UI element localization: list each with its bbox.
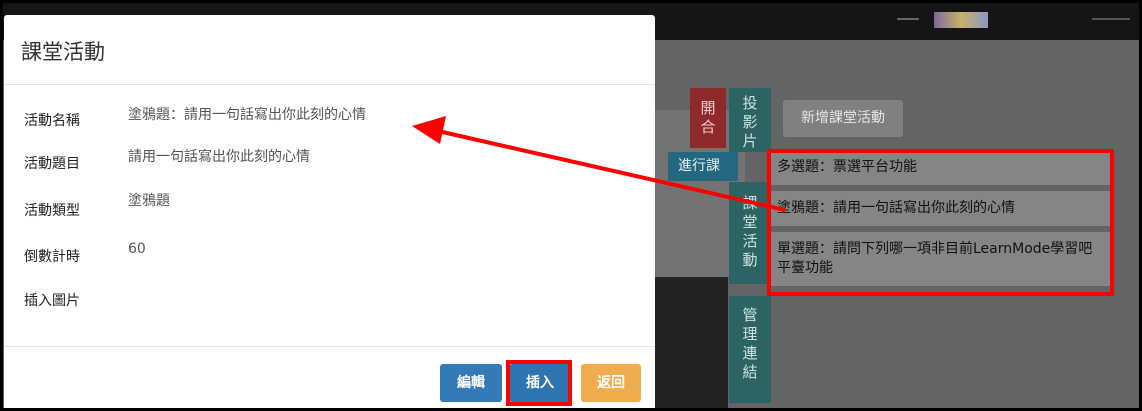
class-activity-modal: 課堂活動 活動名稱 塗鴉題：請用一句話寫出你此刻的心情 活動題目 請用一句話寫出… bbox=[4, 15, 655, 411]
activity-type-value: 塗鴉題 bbox=[128, 193, 170, 209]
activity-list-highlight bbox=[767, 149, 1114, 296]
countdown-label: 倒數計時 bbox=[24, 249, 80, 265]
slide-preview bbox=[650, 277, 728, 411]
tab-slides-char: 影 bbox=[742, 113, 758, 131]
insert-button[interactable]: 插入 bbox=[509, 364, 571, 402]
add-activity-button[interactable]: 新增課堂活動 bbox=[783, 100, 903, 137]
minimize-icon[interactable] bbox=[897, 18, 919, 20]
start-class-button[interactable]: 進行課 bbox=[668, 152, 738, 181]
tab-slides-char: 片 bbox=[742, 132, 758, 150]
tab-links-char: 結 bbox=[742, 363, 758, 381]
toggle-open-button[interactable]: 開 合 bbox=[690, 88, 726, 148]
tab-class-activity[interactable]: 課 堂 活 動 bbox=[729, 182, 771, 284]
activity-name-label: 活動名稱 bbox=[24, 113, 80, 129]
tab-links-char: 連 bbox=[742, 344, 758, 362]
modal-title: 課堂活動 bbox=[21, 40, 105, 64]
tab-links-char: 管 bbox=[742, 306, 758, 324]
user-avatar[interactable] bbox=[934, 12, 988, 28]
activity-question-value: 請用一句話寫出你此刻的心情 bbox=[128, 149, 310, 165]
tab-slides[interactable]: 投 影 片 bbox=[729, 88, 771, 152]
toggle-open-label-1: 開 bbox=[700, 99, 716, 117]
countdown-value: 60 bbox=[128, 241, 146, 257]
tab-activity-char: 動 bbox=[742, 251, 758, 269]
tab-manage-links[interactable]: 管 理 連 結 bbox=[729, 296, 771, 403]
toggle-open-label-2: 合 bbox=[700, 118, 716, 136]
menu-icon[interactable] bbox=[1092, 18, 1130, 20]
tab-activity-char: 課 bbox=[742, 194, 758, 212]
tab-links-char: 理 bbox=[742, 325, 758, 343]
edit-button[interactable]: 編輯 bbox=[440, 364, 502, 402]
tab-slides-char: 投 bbox=[742, 94, 758, 112]
back-button[interactable]: 返回 bbox=[581, 364, 641, 402]
activity-type-label: 活動類型 bbox=[24, 203, 80, 219]
tab-activity-char: 活 bbox=[742, 232, 758, 250]
modal-header: 課堂活動 bbox=[4, 15, 655, 85]
insert-image-label: 插入圖片 bbox=[24, 293, 80, 309]
activity-name-value: 塗鴉題：請用一句話寫出你此刻的心情 bbox=[128, 107, 366, 123]
tab-activity-char: 堂 bbox=[742, 213, 758, 231]
activity-question-label: 活動題目 bbox=[24, 156, 80, 172]
